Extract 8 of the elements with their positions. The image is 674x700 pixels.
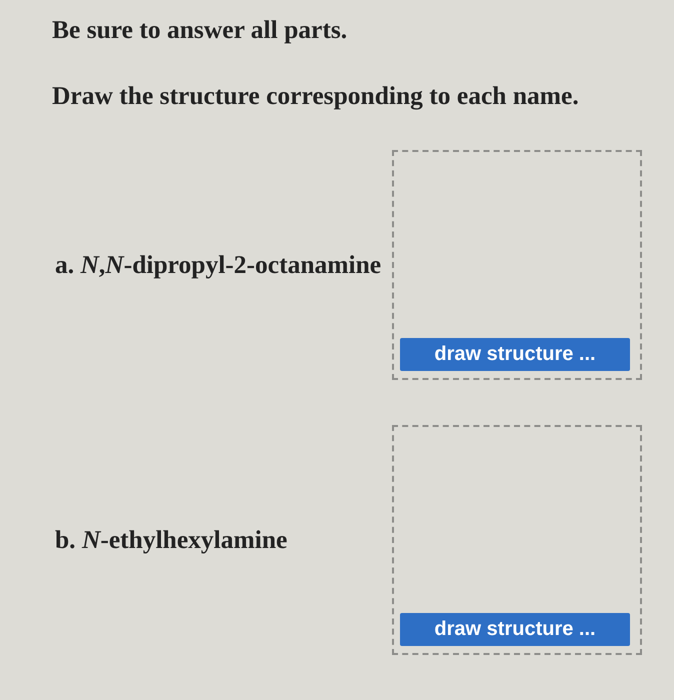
- draw-structure-button[interactable]: draw structure ...: [400, 338, 630, 371]
- answer-box[interactable]: draw structure ...: [392, 425, 642, 655]
- instruction-text: Draw the structure corresponding to each name.: [52, 81, 580, 111]
- question-label: a. N,N-dipropyl-2-octanamine: [54, 250, 382, 280]
- answer-box[interactable]: draw structure ...: [392, 150, 642, 380]
- question-label: b. N-ethylhexylamine: [54, 525, 288, 555]
- instruction-text: Be sure to answer all parts.: [52, 15, 348, 45]
- draw-structure-button[interactable]: draw structure ...: [400, 613, 630, 646]
